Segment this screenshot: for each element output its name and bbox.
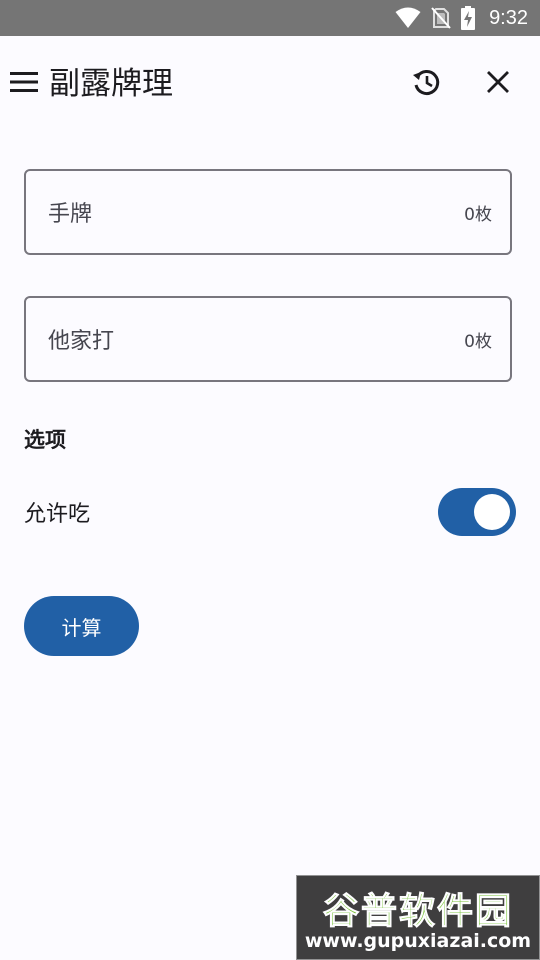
calculate-button[interactable]: 计算	[24, 596, 139, 656]
hand-tiles-count: 0枚	[464, 204, 492, 225]
allow-chi-label: 允许吃	[24, 502, 91, 527]
menu-icon	[10, 71, 38, 97]
allow-chi-toggle[interactable]	[438, 488, 516, 536]
status-bar: 9:32	[0, 0, 540, 36]
page-title: 副露牌理	[49, 66, 173, 102]
history-button[interactable]	[404, 62, 448, 106]
close-button[interactable]	[476, 62, 520, 106]
hand-tiles-field[interactable]: 手牌 0枚	[24, 169, 512, 255]
wifi-icon	[395, 7, 421, 29]
options-heading: 选项	[24, 428, 66, 452]
status-time: 9:32	[489, 6, 528, 29]
watermark-logo: 谷普软件园 www.gupuxiazai.com	[296, 875, 540, 960]
hand-tiles-label: 手牌	[48, 202, 93, 227]
battery-charging-icon	[461, 6, 476, 30]
history-icon	[411, 67, 441, 101]
watermark-url: www.gupuxiazai.com	[304, 930, 532, 952]
discard-tile-label: 他家打	[48, 329, 115, 354]
menu-button[interactable]	[6, 64, 42, 104]
status-icons: 9:32	[395, 0, 528, 36]
toggle-thumb	[474, 494, 510, 530]
no-sim-icon	[431, 7, 451, 29]
discard-tile-count: 0枚	[464, 331, 492, 352]
discard-tile-field[interactable]: 他家打 0枚	[24, 296, 512, 382]
close-icon	[486, 70, 510, 98]
app-bar: 副露牌理	[0, 36, 540, 132]
watermark-title: 谷普软件园	[322, 891, 513, 933]
